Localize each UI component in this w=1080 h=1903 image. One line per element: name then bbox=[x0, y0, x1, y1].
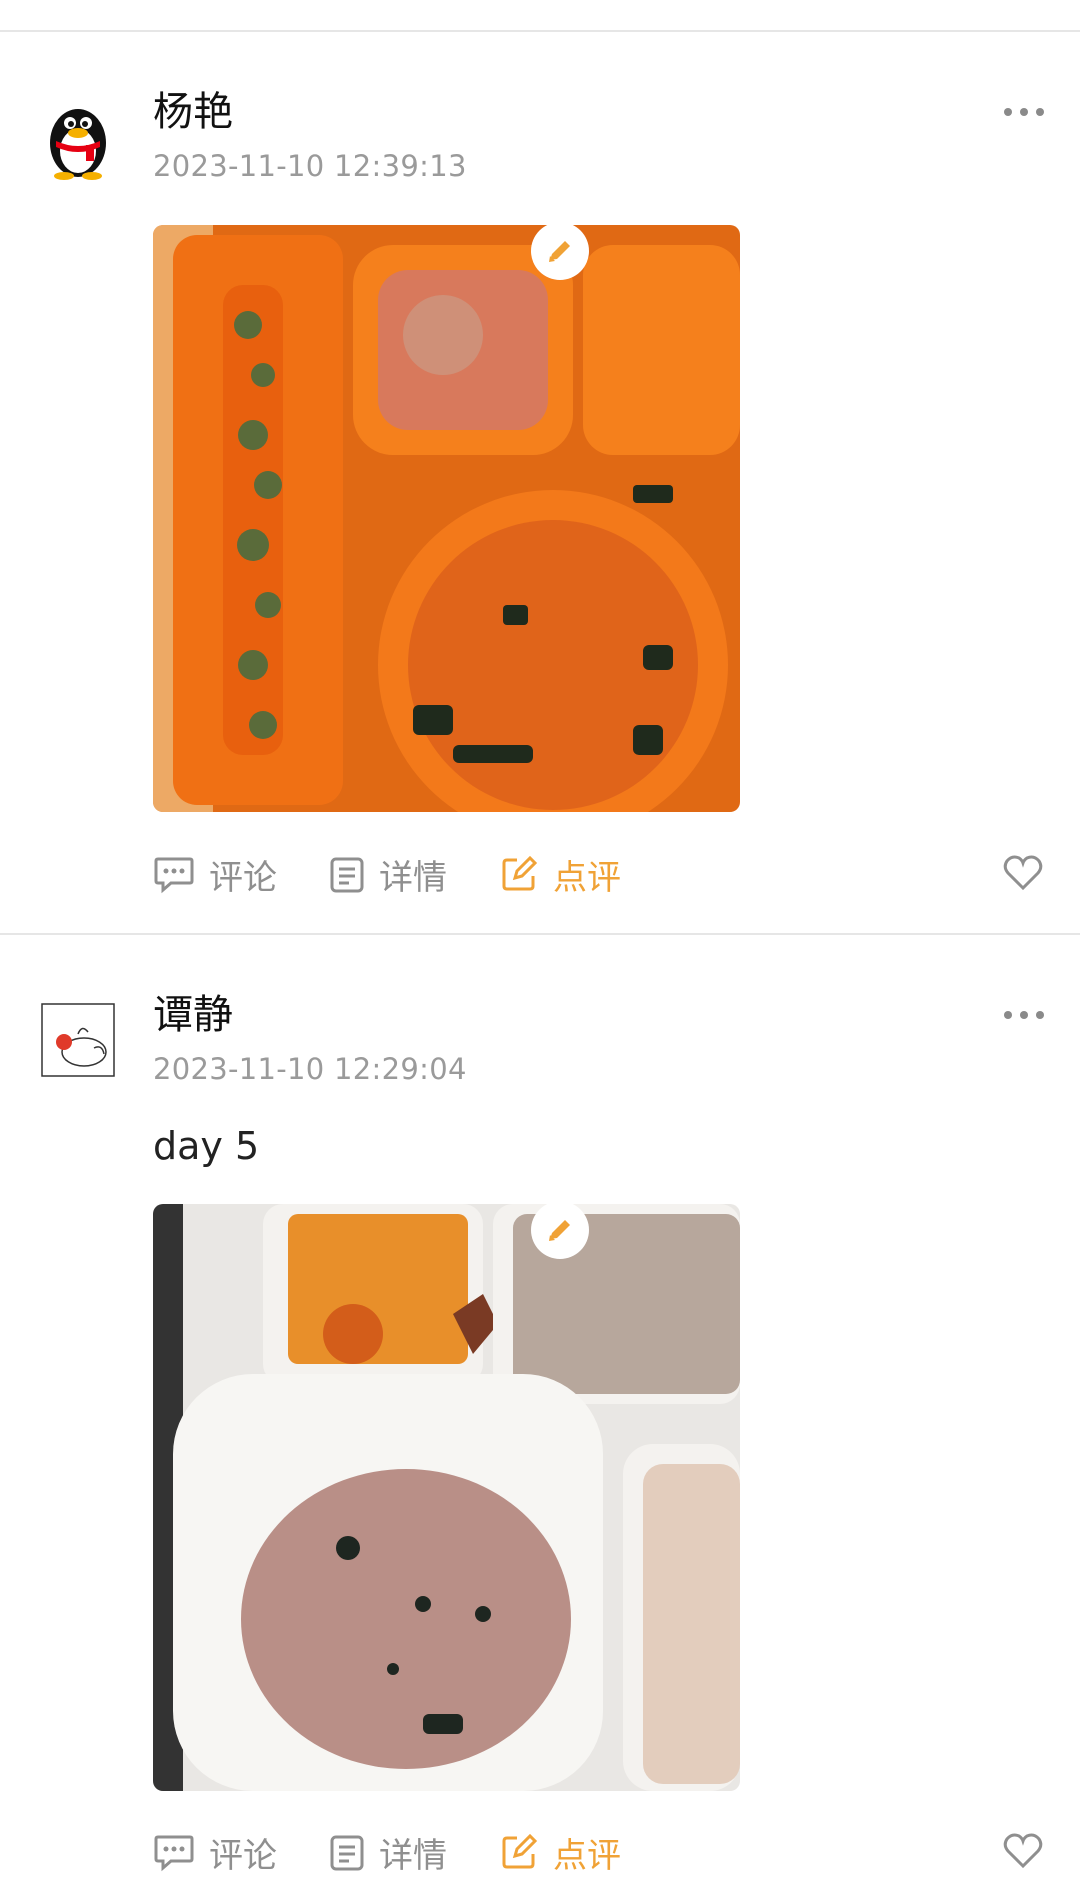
comment-label: 评论 bbox=[209, 857, 277, 898]
detail-label: 详情 bbox=[379, 857, 447, 898]
post-photo[interactable] bbox=[153, 1204, 740, 1791]
top-divider bbox=[0, 30, 1080, 32]
avatar-sketch[interactable] bbox=[34, 996, 122, 1084]
post-author[interactable]: 谭静 bbox=[153, 991, 233, 1039]
food-tray-photo bbox=[153, 225, 740, 812]
comment-icon bbox=[154, 857, 194, 894]
post-timestamp: 2023-11-10 12:39:13 bbox=[153, 149, 467, 183]
review-label: 点评 bbox=[553, 857, 621, 898]
detail-icon bbox=[330, 1835, 364, 1871]
detail-button[interactable]: 详情 bbox=[329, 1828, 447, 1877]
comment-button[interactable]: 评论 bbox=[153, 850, 277, 899]
post-timestamp: 2023-11-10 12:29:04 bbox=[153, 1052, 467, 1086]
detail-icon bbox=[330, 857, 364, 893]
post-actions: 评论 详情 点评 bbox=[153, 846, 673, 902]
qq-penguin-icon bbox=[34, 93, 122, 181]
more-options-icon[interactable] bbox=[1004, 1009, 1044, 1021]
more-options-icon[interactable] bbox=[1004, 106, 1044, 118]
edit-photo-icon[interactable] bbox=[531, 222, 589, 280]
review-edit-icon bbox=[502, 855, 538, 891]
review-button[interactable]: 点评 bbox=[499, 850, 621, 899]
post-photo[interactable] bbox=[153, 225, 740, 812]
like-heart-icon[interactable] bbox=[1002, 1831, 1044, 1869]
detail-button[interactable]: 详情 bbox=[329, 850, 447, 899]
comment-icon bbox=[154, 1835, 194, 1872]
post-text: day 5 bbox=[153, 1124, 260, 1168]
like-heart-icon[interactable] bbox=[1002, 853, 1044, 891]
avatar-qq-penguin[interactable] bbox=[34, 93, 122, 181]
review-button[interactable]: 点评 bbox=[499, 1828, 621, 1877]
review-edit-icon bbox=[502, 1833, 538, 1869]
post-divider bbox=[0, 933, 1080, 935]
comment-button[interactable]: 评论 bbox=[153, 1828, 277, 1877]
detail-label: 详情 bbox=[379, 1835, 447, 1876]
post-actions: 评论 详情 点评 bbox=[153, 1824, 673, 1880]
sketch-avatar-icon bbox=[34, 996, 122, 1084]
post-author[interactable]: 杨艳 bbox=[153, 88, 233, 136]
comment-label: 评论 bbox=[209, 1835, 277, 1876]
food-tray-photo bbox=[153, 1204, 740, 1791]
review-label: 点评 bbox=[553, 1835, 621, 1876]
edit-photo-icon[interactable] bbox=[531, 1201, 589, 1259]
